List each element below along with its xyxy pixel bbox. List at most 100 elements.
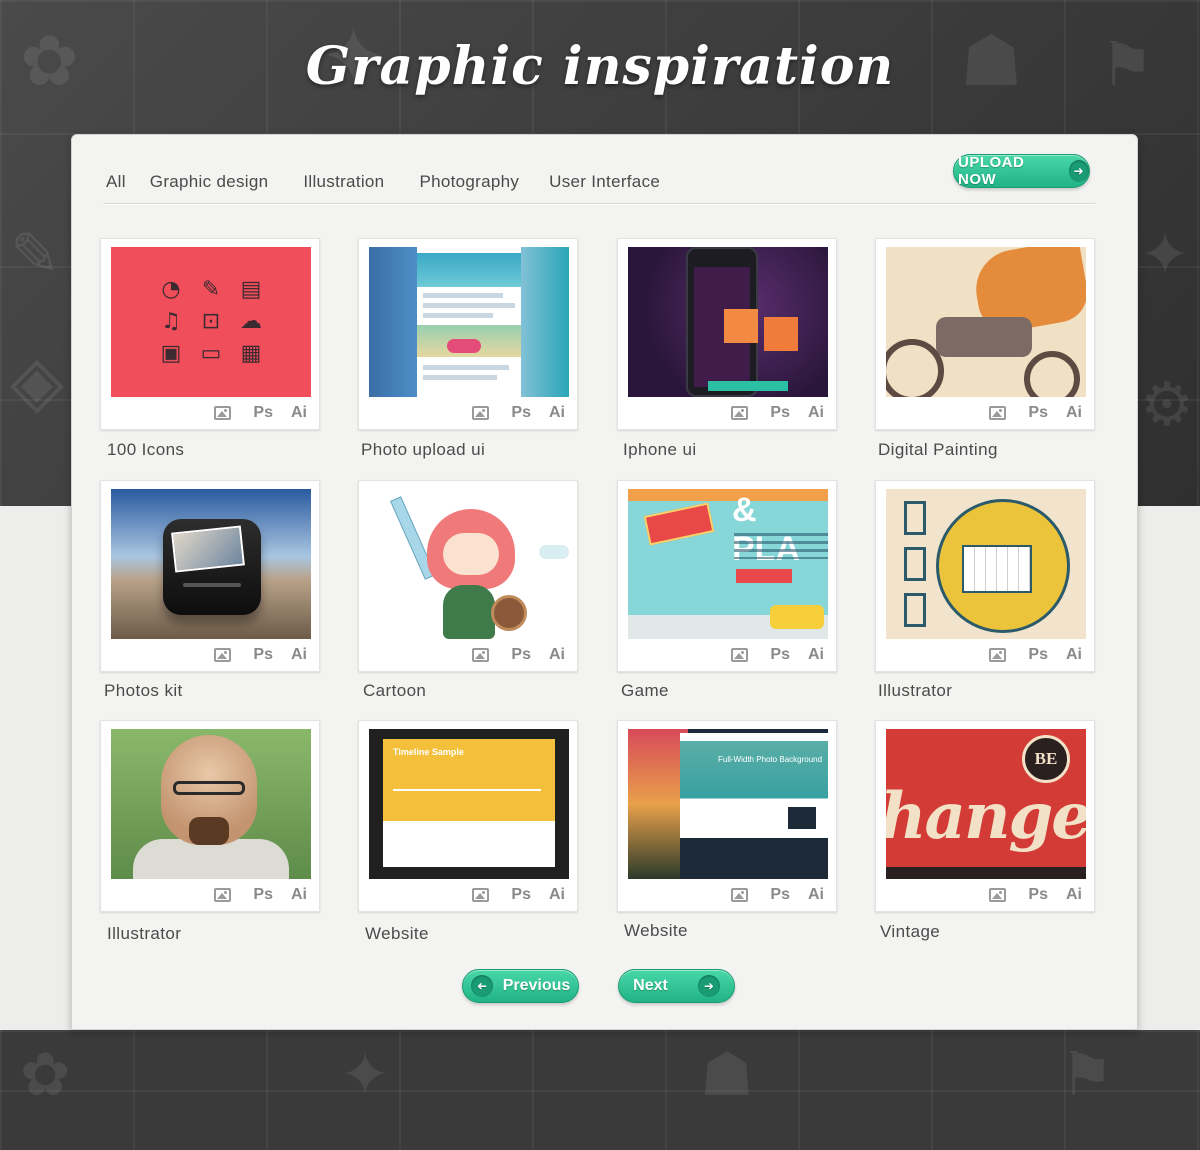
- ps-download-link[interactable]: Ps: [253, 646, 273, 664]
- ps-download-link[interactable]: Ps: [1028, 404, 1048, 422]
- previous-button[interactable]: ➜ Previous: [462, 969, 579, 1003]
- card-caption[interactable]: 100 Icons: [107, 440, 184, 460]
- ps-download-link[interactable]: Ps: [1028, 886, 1048, 904]
- bg-decor-icon: ✦: [1140, 220, 1191, 290]
- tab-all[interactable]: All: [106, 172, 126, 194]
- card-caption[interactable]: Website: [624, 921, 688, 941]
- thumbnail-image[interactable]: [369, 247, 569, 397]
- gallery-card[interactable]: Timeline Sample Ps Ai: [358, 720, 578, 912]
- ai-download-link[interactable]: Ai: [1066, 646, 1082, 664]
- image-icon[interactable]: [989, 406, 1007, 420]
- tab-graphic-design[interactable]: Graphic design: [150, 172, 269, 194]
- thumbnail-image[interactable]: & PLA: [628, 489, 828, 639]
- ps-download-link[interactable]: Ps: [770, 646, 790, 664]
- card-caption[interactable]: Photo upload ui: [361, 440, 485, 460]
- tab-illustration[interactable]: Illustration: [303, 172, 384, 194]
- ai-download-link[interactable]: Ai: [808, 404, 824, 422]
- timeline-thumb-text: Timeline Sample: [393, 747, 464, 757]
- next-button[interactable]: Next ➜: [618, 969, 735, 1003]
- ai-download-link[interactable]: Ai: [1066, 886, 1082, 904]
- thumbnail-image[interactable]: [628, 247, 828, 397]
- ps-download-link[interactable]: Ps: [253, 886, 273, 904]
- thumbnail-image[interactable]: [886, 489, 1086, 639]
- card-tools: Ps Ai: [472, 402, 565, 424]
- card-caption[interactable]: Illustrator: [878, 681, 952, 701]
- ai-download-link[interactable]: Ai: [291, 886, 307, 904]
- image-icon[interactable]: [989, 648, 1007, 662]
- ai-download-link[interactable]: Ai: [549, 886, 565, 904]
- image-icon[interactable]: [731, 888, 749, 902]
- ps-download-link[interactable]: Ps: [511, 404, 531, 422]
- ai-download-link[interactable]: Ai: [808, 886, 824, 904]
- image-icon[interactable]: [731, 648, 749, 662]
- tab-photography[interactable]: Photography: [419, 172, 519, 194]
- card-tools: Ps Ai: [214, 884, 307, 906]
- gallery-card[interactable]: Full-Width Photo Background Ps Ai: [617, 720, 837, 912]
- thumbnail-image[interactable]: Timeline Sample: [369, 729, 569, 879]
- ps-download-link[interactable]: Ps: [511, 646, 531, 664]
- thumbnail-image[interactable]: Full-Width Photo Background: [628, 729, 828, 879]
- image-icon[interactable]: [989, 888, 1007, 902]
- ai-download-link[interactable]: Ai: [549, 646, 565, 664]
- ps-download-link[interactable]: Ps: [1028, 646, 1048, 664]
- card-caption[interactable]: Iphone ui: [623, 440, 697, 460]
- card-caption[interactable]: Cartoon: [363, 681, 426, 701]
- image-icon[interactable]: [214, 406, 232, 420]
- card-tools: Ps Ai: [989, 884, 1082, 906]
- gallery-card[interactable]: Ps Ai: [358, 238, 578, 430]
- card-tools: Ps Ai: [472, 644, 565, 666]
- thumbnail-image[interactable]: [111, 729, 311, 879]
- image-icon[interactable]: [731, 406, 749, 420]
- tabs-divider: [103, 203, 1095, 205]
- page-title: Graphic inspiration: [305, 36, 895, 97]
- image-icon[interactable]: [472, 406, 490, 420]
- ps-download-link[interactable]: Ps: [770, 404, 790, 422]
- website-thumb-text: Full-Width Photo Background: [718, 755, 823, 764]
- ps-download-link[interactable]: Ps: [770, 886, 790, 904]
- card-tools: Ps Ai: [731, 644, 824, 666]
- card-caption[interactable]: Game: [621, 681, 669, 701]
- upload-now-button[interactable]: UPLOAD NOW ➜: [953, 154, 1090, 188]
- image-icon[interactable]: [214, 888, 232, 902]
- gallery-card[interactable]: & PLA Ps Ai: [617, 480, 837, 672]
- gallery-card[interactable]: Ps Ai: [358, 480, 578, 672]
- card-tools: Ps Ai: [214, 402, 307, 424]
- gallery-card[interactable]: Ps Ai: [875, 480, 1095, 672]
- gallery-card[interactable]: Ps Ai: [875, 238, 1095, 430]
- image-icon[interactable]: [472, 648, 490, 662]
- image-icon[interactable]: [472, 888, 490, 902]
- card-caption[interactable]: Website: [365, 924, 429, 944]
- ai-download-link[interactable]: Ai: [291, 404, 307, 422]
- card-caption[interactable]: Vintage: [880, 922, 940, 942]
- bg-decor-icon: ⚑: [1060, 1040, 1114, 1110]
- gallery-card[interactable]: Ps Ai: [100, 720, 320, 912]
- bg-decor-icon: ☗: [700, 1040, 754, 1110]
- thumbnail-image[interactable]: [111, 489, 311, 639]
- category-tabs: All Graphic design Illustration Photogra…: [106, 172, 660, 194]
- thumbnail-image[interactable]: [369, 489, 569, 639]
- ai-download-link[interactable]: Ai: [1066, 404, 1082, 422]
- thumbnail-image[interactable]: ◔ ✎ ▤ ♫ ⊡ ☁ ▣ ▭ ▦: [111, 247, 311, 397]
- image-icon[interactable]: [214, 648, 232, 662]
- card-caption[interactable]: Illustrator: [107, 924, 181, 944]
- arrow-right-icon: ➜: [1068, 160, 1089, 182]
- ps-download-link[interactable]: Ps: [511, 886, 531, 904]
- ai-download-link[interactable]: Ai: [291, 646, 307, 664]
- ps-download-link[interactable]: Ps: [253, 404, 273, 422]
- vintage-badge-text: BE: [1022, 735, 1070, 783]
- thumbnail-image[interactable]: [886, 247, 1086, 397]
- background-pattern-bottom: ✿ ✦ ☗ ⚑: [0, 1030, 1200, 1150]
- bg-decor-icon: ✦: [340, 1040, 391, 1110]
- tab-user-interface[interactable]: User Interface: [549, 172, 660, 194]
- ai-download-link[interactable]: Ai: [549, 404, 565, 422]
- gallery-card[interactable]: Ps Ai: [617, 238, 837, 430]
- gallery-card[interactable]: ◔ ✎ ▤ ♫ ⊡ ☁ ▣ ▭ ▦ Ps Ai: [100, 238, 320, 430]
- gallery-card[interactable]: Ps Ai: [100, 480, 320, 672]
- card-caption[interactable]: Photos kit: [104, 681, 183, 701]
- gallery-card[interactable]: hange BE Ps Ai: [875, 720, 1095, 912]
- card-tools: Ps Ai: [989, 644, 1082, 666]
- card-caption[interactable]: Digital Painting: [878, 440, 998, 460]
- thumbnail-image[interactable]: hange BE: [886, 729, 1086, 879]
- bg-decor-icon: ✿: [20, 1040, 71, 1110]
- ai-download-link[interactable]: Ai: [808, 646, 824, 664]
